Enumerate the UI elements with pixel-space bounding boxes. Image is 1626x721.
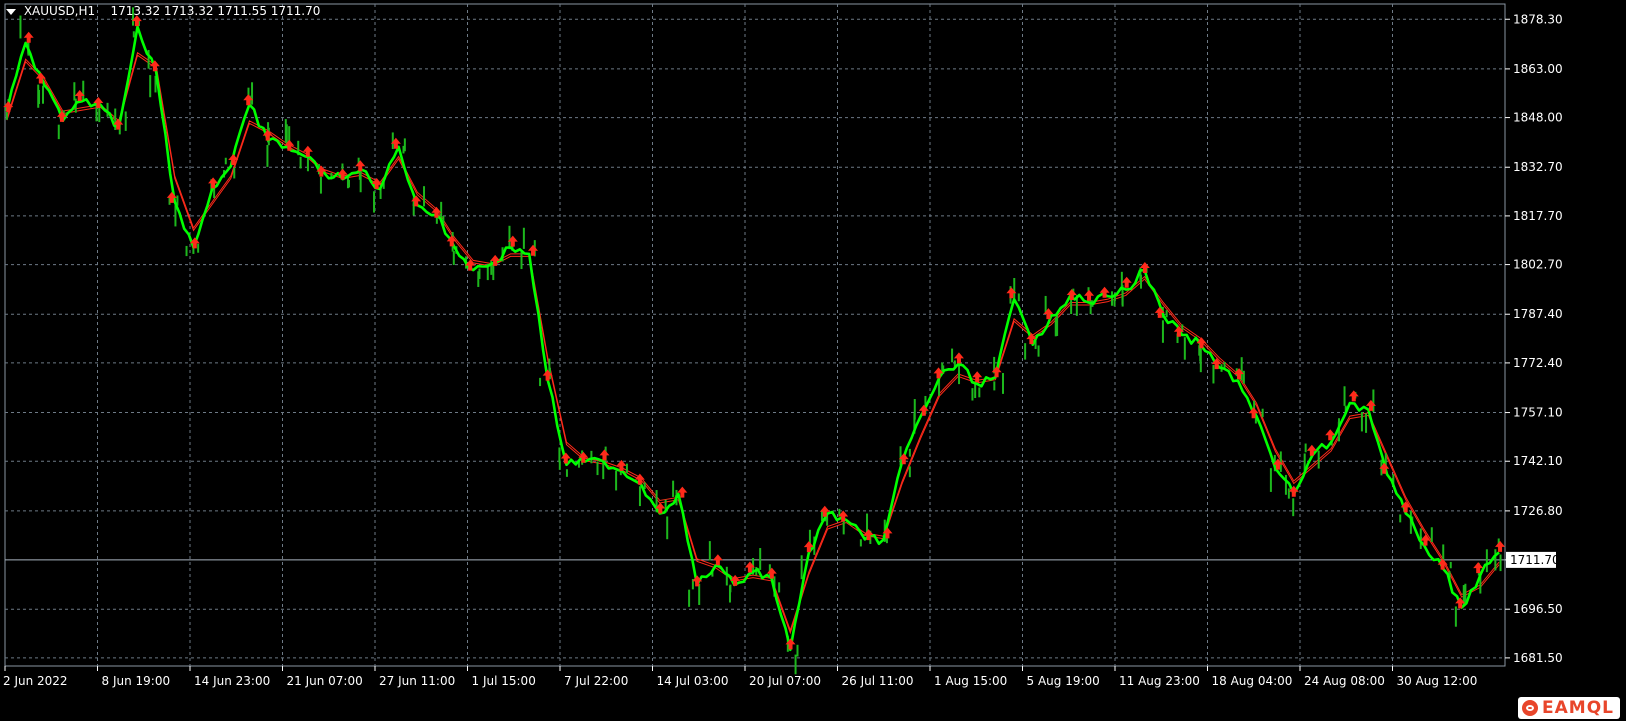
x-tick-label: 20 Jul 07:00: [749, 674, 821, 688]
eamql-logo: EAMQL: [1518, 697, 1620, 719]
price-chart[interactable]: 1878.30 1863.00 1848.00 1832.70 1817.70 1802.…: [0, 0, 1626, 721]
chart-header: XAUUSD,H1 1713.32 1713.32 1711.55 1711.7…: [6, 4, 320, 18]
y-tick-label: 1832.70: [1513, 160, 1563, 174]
y-tick-label: 1772.40: [1513, 356, 1563, 370]
buy-arrow-icon: [1306, 444, 1317, 456]
chart-window[interactable]: 1878.30 1863.00 1848.00 1832.70 1817.70 1802.…: [0, 0, 1626, 721]
x-tick-label: 18 Aug 04:00: [1212, 674, 1293, 688]
y-tick-label: 1726.80: [1513, 504, 1563, 518]
buy-arrow-icon: [991, 366, 1002, 378]
symbol-label: XAUUSD,H1: [23, 4, 96, 18]
y-tick-label: 1848.00: [1513, 111, 1563, 125]
buy-arrow-icon: [803, 541, 814, 553]
x-tick-label: 24 Aug 08:00: [1304, 674, 1385, 688]
x-tick-label: 26 Jul 11:00: [842, 674, 914, 688]
y-tick-label: 1787.40: [1513, 307, 1563, 321]
dropdown-triangle-icon[interactable]: [6, 8, 16, 15]
buy-arrow-icon: [1084, 289, 1095, 301]
y-tick-label: 1681.50: [1513, 651, 1563, 665]
x-tick-label: 14 Jun 23:00: [194, 674, 270, 688]
x-tick-label: 11 Aug 23:00: [1119, 674, 1200, 688]
y-tick-label: 1742.10: [1513, 454, 1563, 468]
buy-arrow-icon: [972, 371, 983, 383]
x-tick-label: 14 Jul 03:00: [657, 674, 729, 688]
x-tick-label: 1 Aug 15:00: [934, 674, 1007, 688]
x-tick-label: 5 Aug 19:00: [1027, 674, 1100, 688]
y-tick-label: 1878.30: [1513, 12, 1563, 26]
arrow-markers: [3, 15, 1506, 650]
price-axis: 1878.30 1863.00 1848.00 1832.70 1817.70 1802.…: [1505, 12, 1563, 665]
time-axis: 2 Jun 2022 8 Jun 19:00 14 Jun 23:00 21 Jun …: [3, 666, 1477, 688]
ohlc-values: 1713.32 1713.32 1711.55 1711.70: [110, 4, 321, 18]
moving-average-line: [6, 51, 1500, 632]
grid-lines: [4, 3, 1506, 667]
buy-arrow-icon: [1495, 540, 1506, 552]
logo-icon: [1522, 700, 1539, 716]
y-tick-label: 1802.70: [1513, 258, 1563, 272]
x-tick-label: 21 Jun 07:00: [287, 674, 363, 688]
buy-arrow-icon: [228, 154, 239, 166]
y-tick-label: 1817.70: [1513, 209, 1563, 223]
logo-text: EAMQL: [1542, 698, 1614, 718]
moving-average-line: [6, 54, 1500, 635]
buy-arrow-icon: [1348, 390, 1359, 402]
x-tick-label: 1 Jul 15:00: [472, 674, 536, 688]
y-tick-label: 1696.50: [1513, 602, 1563, 616]
series-layer: [5, 7, 1502, 675]
x-tick-label: 30 Aug 12:00: [1397, 674, 1478, 688]
x-tick-label: 8 Jun 19:00: [102, 674, 171, 688]
x-tick-label: 7 Jul 22:00: [564, 674, 628, 688]
y-tick-label: 1757.10: [1513, 406, 1563, 420]
x-tick-label: 27 Jun 11:00: [379, 674, 455, 688]
y-tick-label: 1863.00: [1513, 62, 1563, 76]
price-line: [5, 25, 1500, 652]
plot-frame: [4, 3, 1506, 667]
current-price-label: 1711.70: [1510, 553, 1560, 567]
x-tick-label: 2 Jun 2022: [3, 674, 68, 688]
buy-arrow-icon: [599, 449, 610, 461]
buy-arrow-icon: [23, 31, 34, 43]
buy-arrow-icon: [712, 554, 723, 566]
